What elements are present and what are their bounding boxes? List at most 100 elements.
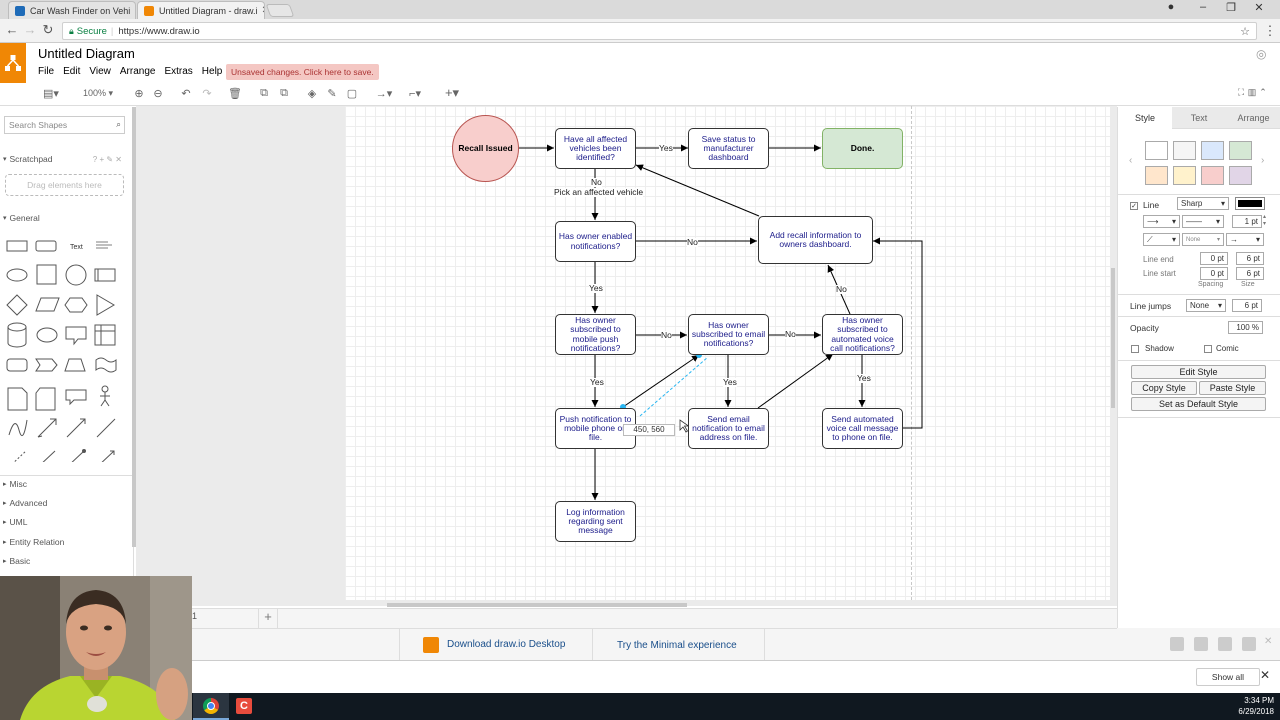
taskbar-chrome[interactable] [193, 693, 229, 720]
drawio-desktop-icon [423, 637, 439, 653]
line-end-select[interactable]: → ▾ [1226, 233, 1264, 246]
shadow-label: Shadow [1145, 344, 1174, 353]
comic-checkbox[interactable] [1204, 344, 1212, 356]
style-swatch[interactable] [1229, 166, 1252, 185]
node-log-info[interactable]: Log information regarding sent message [555, 501, 636, 542]
style-swatch[interactable] [1173, 166, 1196, 185]
style-swatch[interactable] [1229, 141, 1252, 160]
set-default-style-button[interactable]: Set as Default Style [1131, 397, 1266, 411]
try-minimal-link[interactable]: Try the Minimal experience [617, 640, 737, 651]
drag-coordinate-tooltip: 450, 560 [623, 424, 675, 436]
promo-divider [399, 629, 400, 660]
line-width-input[interactable]: 1 pt [1232, 215, 1262, 228]
line-end-size-input[interactable]: 6 pt [1236, 252, 1264, 265]
youtube-icon[interactable] [1170, 637, 1184, 651]
edge-label-no[interactable]: No [836, 285, 847, 294]
panel-divider [1118, 360, 1280, 361]
camtasia-icon: C [236, 698, 252, 714]
clock-time[interactable]: 3:34 PM [1216, 696, 1274, 705]
edge-label-yes[interactable]: Yes [589, 284, 603, 293]
edge-label-yes[interactable]: Yes [857, 374, 871, 383]
line-jumps-label: Line jumps [1130, 301, 1172, 311]
node-add-recall-info[interactable]: Add recall information to owners dashboa… [758, 216, 873, 264]
tab-arrange[interactable]: Arrange [1226, 107, 1280, 129]
chrome-icon [203, 698, 219, 714]
line-style-select[interactable]: Sharp ▾ [1177, 197, 1229, 210]
comic-label: Comic [1216, 344, 1239, 353]
line-pattern-select[interactable]: —— ▾ [1182, 215, 1224, 228]
facebook-icon[interactable] [1194, 637, 1208, 651]
node-save-status[interactable]: Save status to manufacturer dashboard [688, 128, 769, 169]
edge-addrecall-identified [635, 164, 760, 217]
close-promo-icon[interactable]: ✕ [1264, 636, 1272, 647]
swatch-next-icon[interactable]: › [1261, 155, 1264, 166]
style-swatch[interactable] [1201, 166, 1224, 185]
panel-divider [1118, 316, 1280, 317]
edge-label-pick-vehicle[interactable]: Pick an affected vehicle [554, 188, 644, 197]
download-desktop-link[interactable]: Download draw.io Desktop [447, 639, 565, 650]
node-email-subscribed[interactable]: Has owner subscribed to email notificati… [688, 314, 769, 355]
webcam-presenter-image [0, 576, 192, 720]
edge-label-no[interactable]: No [661, 331, 672, 340]
opacity-label: Opacity [1130, 323, 1159, 333]
promo-bar: Download draw.io Desktop Try the Minimal… [192, 628, 1117, 660]
line-width-spinner-icon[interactable]: ▴ ▾ [1263, 214, 1266, 228]
line-start-size-input[interactable]: 6 pt [1236, 267, 1264, 280]
add-page-button[interactable]: + [258, 609, 278, 628]
waypoint-style-select[interactable]: ⟋ ▾ [1143, 233, 1180, 246]
style-swatch[interactable] [1145, 141, 1168, 160]
line-color-swatch[interactable] [1235, 197, 1265, 210]
edge-label-yes[interactable]: Yes [723, 378, 737, 387]
promo-divider [764, 629, 765, 660]
tab-text[interactable]: Text [1172, 107, 1226, 129]
style-swatch[interactable] [1173, 141, 1196, 160]
taskbar: C 3:34 PM 6/29/2018 [0, 693, 1280, 720]
node-recall-issued[interactable]: Recall Issued [452, 115, 519, 182]
github-icon[interactable] [1242, 637, 1256, 651]
shadow-checkbox[interactable] [1131, 344, 1139, 356]
style-swatch[interactable] [1201, 141, 1224, 160]
swatch-prev-icon[interactable]: ‹ [1129, 155, 1132, 166]
tab-style[interactable]: Style [1118, 107, 1172, 129]
taskbar-app[interactable]: C [229, 693, 261, 720]
download-shelf: Show all ✕ [192, 660, 1280, 693]
line-start-select[interactable]: None ▾ [1182, 233, 1224, 246]
panel-divider [1118, 194, 1280, 195]
line-label: Line [1143, 200, 1160, 210]
edge-label-no[interactable]: No [687, 238, 698, 247]
canvas-horizontal-scrollbar[interactable] [387, 603, 687, 607]
canvas-vertical-scrollbar[interactable] [1111, 268, 1115, 408]
close-shelf-icon[interactable]: ✕ [1260, 668, 1274, 682]
line-checkbox[interactable]: ✓ [1130, 199, 1138, 211]
copy-style-button[interactable]: Copy Style [1131, 381, 1197, 395]
line-jumps-select[interactable]: None ▾ [1186, 299, 1226, 312]
edge-label-yes[interactable]: Yes [659, 144, 673, 153]
node-enabled-notifications[interactable]: Has owner enabled notifications? [555, 221, 636, 262]
connection-pattern-select[interactable]: ⟶ ▾ [1143, 215, 1180, 228]
node-voice-subscribed[interactable]: Has owner subscribed to automated voice … [822, 314, 903, 355]
clock-date[interactable]: 6/29/2018 [1216, 707, 1274, 716]
line-end-spacing-input[interactable]: 0 pt [1200, 252, 1228, 265]
node-done[interactable]: Done. [822, 128, 903, 169]
edit-style-button[interactable]: Edit Style [1131, 365, 1266, 379]
size-label: Size [1241, 281, 1255, 288]
page-tab[interactable]: 1 [192, 611, 200, 625]
node-send-email[interactable]: Send email notification to email address… [688, 408, 769, 449]
opacity-input[interactable]: 100 % [1228, 321, 1263, 334]
show-all-button[interactable]: Show all [1196, 668, 1260, 686]
twitter-icon[interactable] [1218, 637, 1232, 651]
line-jumps-size-input[interactable]: 6 pt [1232, 299, 1262, 312]
edge-label-yes[interactable]: Yes [590, 378, 604, 387]
spacing-label: Spacing [1198, 281, 1224, 288]
line-start-spacing-input[interactable]: 0 pt [1200, 267, 1228, 280]
panel-divider [1118, 294, 1280, 295]
edge-label-no[interactable]: No [591, 178, 602, 187]
node-send-voice[interactable]: Send automated voice call message to pho… [822, 408, 903, 449]
edge-label-no[interactable]: No [785, 330, 796, 339]
node-vehicles-identified[interactable]: Have all affected vehicles been identifi… [555, 128, 636, 169]
edge-emailsend-voice [757, 353, 834, 409]
paste-style-button[interactable]: Paste Style [1199, 381, 1266, 395]
node-push-subscribed[interactable]: Has owner subscribed to mobile push noti… [555, 314, 636, 355]
style-swatches [1145, 141, 1255, 185]
style-swatch[interactable] [1145, 166, 1168, 185]
